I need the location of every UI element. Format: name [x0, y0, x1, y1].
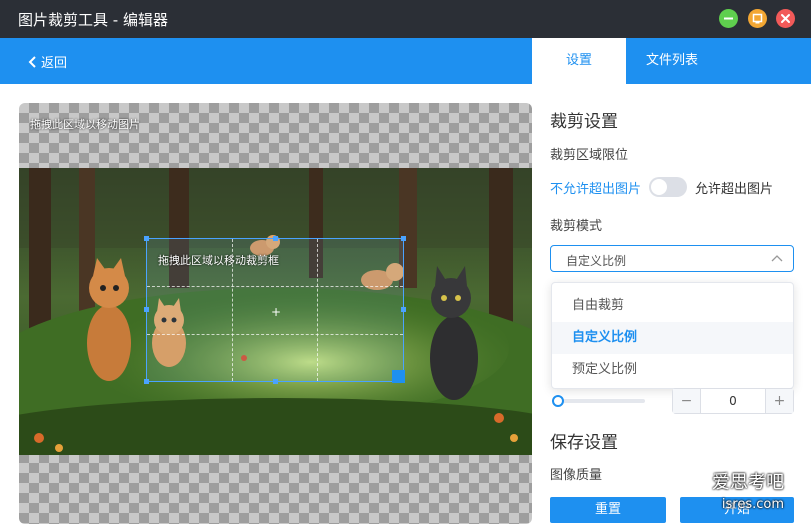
back-label: 返回 [41, 56, 68, 71]
crop-drag-hint: 拖拽此区域以移动裁剪框 [158, 254, 279, 267]
dropdown-option-free[interactable]: 自由裁剪 [552, 290, 793, 322]
chevron-up-icon [771, 255, 783, 262]
crop-mode-dropdown: 自由裁剪 自定义比例 预定义比例 [551, 282, 794, 389]
crop-grid-line [147, 286, 403, 288]
crop-mode-label: 裁剪模式 [550, 219, 603, 234]
crop-handle-top-right[interactable] [401, 236, 406, 241]
tab-settings[interactable]: 设置 [532, 38, 626, 84]
ratio-stepper: − 0 + [672, 388, 794, 414]
limit-on-option[interactable]: 允许超出图片 [695, 178, 773, 197]
stepper-plus-button[interactable]: + [765, 389, 793, 413]
watermark-text: 爱思考吧 [712, 472, 784, 493]
close-button[interactable] [776, 9, 795, 28]
dropdown-option-preset-ratio[interactable]: 预定义比例 [552, 354, 793, 386]
watermark: 爱思考吧 isres.com [712, 474, 784, 514]
crop-handle-left[interactable] [144, 307, 149, 312]
image-canvas[interactable]: 拖拽此区域以移动图片 拖拽此区域以移动裁剪框 + [19, 103, 532, 524]
crop-settings-heading: 裁剪设置 [550, 112, 618, 132]
maximize-button[interactable] [748, 9, 767, 28]
dropdown-option-custom-ratio[interactable]: 自定义比例 [552, 322, 793, 354]
crop-box[interactable]: 拖拽此区域以移动裁剪框 + [144, 236, 406, 384]
limit-off-option[interactable]: 不允许超出图片 [550, 178, 641, 197]
ratio-slider-track[interactable] [553, 399, 645, 403]
close-icon [781, 14, 790, 23]
image-drag-hint: 拖拽此区域以移动图片 [30, 118, 140, 131]
stepper-minus-button[interactable]: − [673, 389, 701, 413]
reset-button[interactable]: 重置 [550, 497, 666, 523]
title-bar: 图片裁剪工具 - 编辑器 [0, 0, 811, 38]
chevron-left-icon [28, 55, 36, 68]
minimize-icon [724, 17, 733, 20]
crop-resize-handle[interactable] [392, 370, 405, 383]
save-settings-heading: 保存设置 [550, 433, 618, 453]
crop-grid-line [317, 239, 319, 381]
crop-handle-bottom[interactable] [273, 379, 278, 384]
stepper-value[interactable]: 0 [701, 394, 765, 408]
crop-handle-right[interactable] [401, 307, 406, 312]
crop-handle-bottom-left[interactable] [144, 379, 149, 384]
minimize-button[interactable] [719, 9, 738, 28]
watermark-domain: isres.com [721, 497, 784, 512]
maximize-icon [752, 13, 763, 24]
crop-handle-top-left[interactable] [144, 236, 149, 241]
crop-limit-label: 裁剪区域限位 [550, 148, 629, 163]
ratio-slider-knob[interactable] [552, 395, 564, 407]
crop-limit-toggle[interactable] [649, 177, 688, 197]
crop-handle-top[interactable] [273, 236, 278, 241]
crop-mode-select[interactable]: 自定义比例 [550, 245, 794, 272]
window-title: 图片裁剪工具 - 编辑器 [18, 11, 168, 29]
tab-file-list[interactable]: 文件列表 [626, 38, 718, 84]
crop-mode-value: 自定义比例 [566, 254, 627, 268]
image-quality-label: 图像质量 [550, 468, 603, 483]
crop-grid-line [147, 333, 403, 335]
crop-center-mark: + [271, 305, 282, 319]
back-button[interactable]: 返回 [28, 52, 67, 71]
